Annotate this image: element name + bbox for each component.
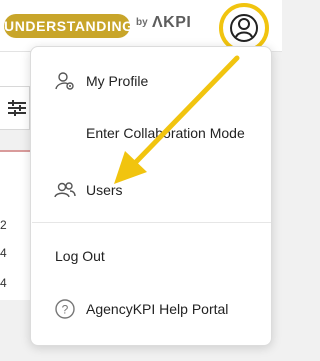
user-avatar-icon[interactable] — [227, 11, 261, 45]
help-circle-icon: ? — [55, 299, 75, 319]
users-icon — [54, 182, 76, 198]
menu-label: My Profile — [86, 73, 149, 89]
menu-item-help-portal[interactable]: ? AgencyKPI Help Portal — [32, 289, 271, 329]
brand-kpi-logo: ΛKPI — [152, 14, 192, 31]
menu-label: Users — [86, 182, 123, 198]
filter-sliders-icon[interactable] — [6, 98, 28, 118]
menu-label: AgencyKPI Help Portal — [86, 301, 229, 317]
top-bar: UNDERSTANDING by ΛKPI — [0, 0, 282, 53]
brand-by-text: by — [136, 17, 148, 28]
background-row-number: 4 — [0, 276, 7, 290]
background-row-number: 2 — [0, 218, 7, 232]
background-row-number: 4 — [0, 246, 7, 260]
user-gear-icon — [55, 72, 74, 90]
menu-item-users[interactable]: Users — [32, 170, 271, 210]
menu-item-log-out[interactable]: Log Out — [32, 236, 271, 276]
menu-label: Enter Collaboration Mode — [86, 125, 245, 141]
user-dropdown-menu: My Profile Enter Collaboration Mode User… — [30, 46, 272, 346]
menu-label: Log Out — [55, 248, 105, 264]
menu-divider — [32, 222, 271, 223]
menu-item-my-profile[interactable]: My Profile — [32, 61, 271, 101]
background-panel — [0, 52, 30, 86]
brand-understanding-pill: UNDERSTANDING — [4, 14, 133, 38]
menu-item-collaboration-mode[interactable]: Enter Collaboration Mode — [32, 113, 271, 153]
svg-text:?: ? — [62, 303, 69, 317]
